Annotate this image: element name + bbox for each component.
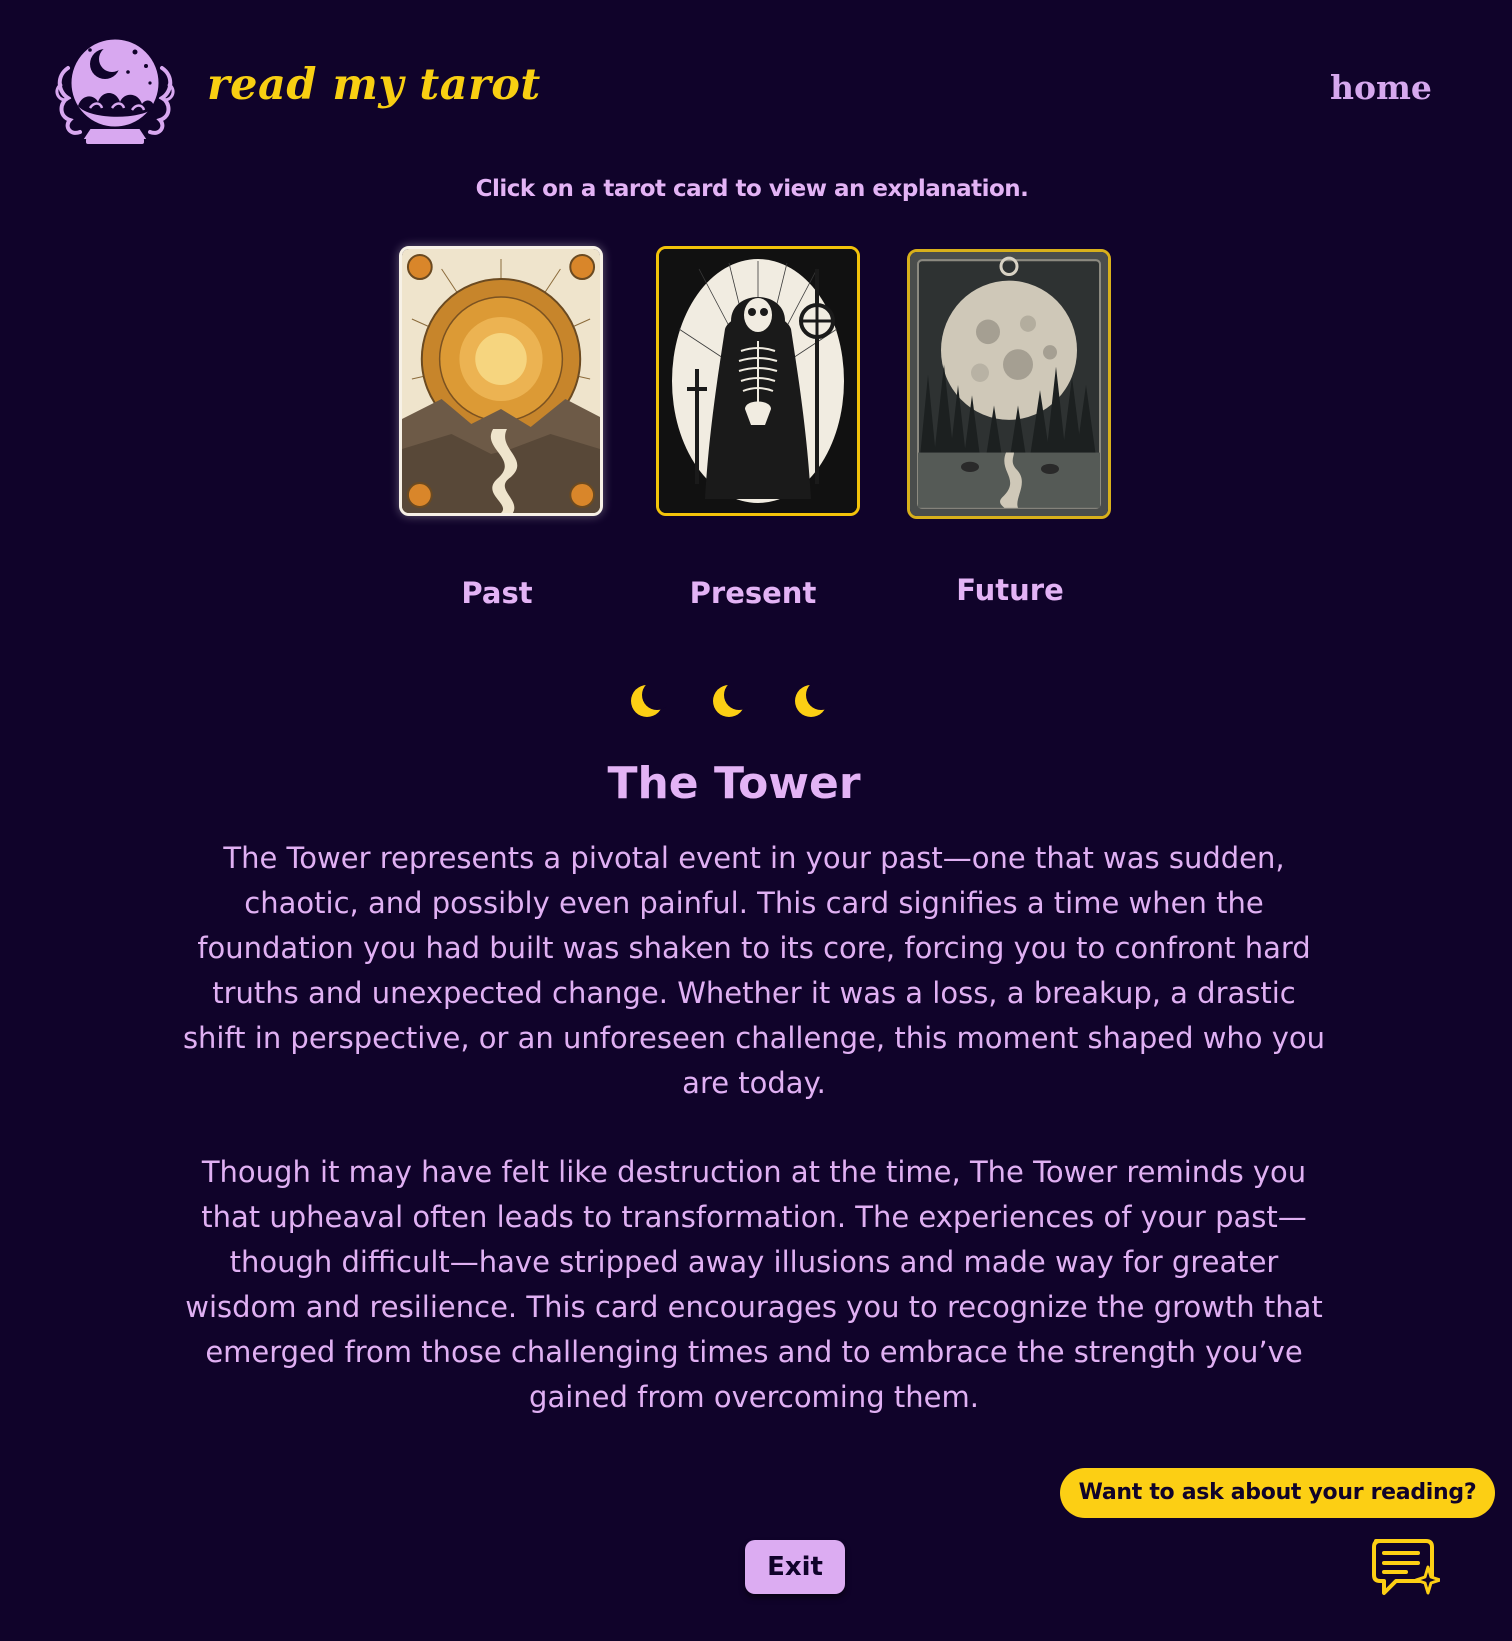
moon-card-image — [910, 252, 1108, 516]
crescent-moon-icon — [713, 683, 749, 717]
past-card[interactable] — [399, 246, 603, 516]
ask-reading-button[interactable]: Want to ask about your reading? — [1060, 1468, 1495, 1518]
card-label-present: Present — [689, 576, 817, 610]
instruction-text: Click on a tarot card to view an explana… — [475, 176, 1029, 202]
card-label-past: Past — [461, 576, 533, 610]
card-label-future: Future — [956, 573, 1064, 607]
reading-paragraph: Though it may have felt like destruction… — [185, 1155, 1323, 1414]
site-header: read my tarot home — [0, 0, 1512, 160]
death-card-image — [659, 249, 857, 513]
future-card[interactable] — [907, 249, 1111, 519]
crystal-ball-icon[interactable] — [50, 28, 180, 150]
brand-title[interactable]: read my tarot — [207, 60, 541, 110]
nav-home-link[interactable]: home — [1330, 68, 1432, 107]
crescent-moon-icon — [795, 683, 831, 717]
crescent-moon-icon — [631, 683, 667, 717]
reading-title: The Tower — [607, 758, 861, 809]
chat-sparkle-icon[interactable] — [1370, 1537, 1442, 1599]
sun-card-image — [402, 249, 600, 513]
exit-button[interactable]: Exit — [745, 1540, 845, 1594]
present-card[interactable] — [656, 246, 860, 516]
moon-divider — [631, 683, 841, 723]
reading-paragraph: The Tower represents a pivotal event in … — [182, 841, 1326, 1100]
